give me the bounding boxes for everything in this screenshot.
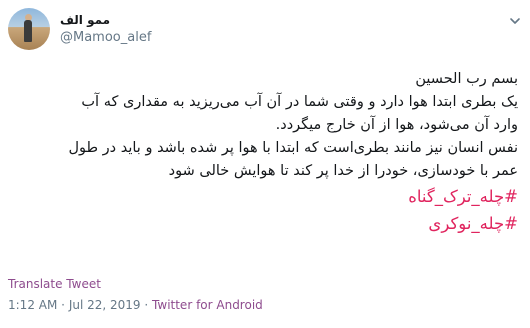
tweet-line: عمر با خودسازی، خودرا از خدا پر کند تا ه… (168, 163, 518, 179)
tweet-text: بسم رب الحسین یک بطری ابتدا هوا دارد و و… (13, 68, 519, 237)
meta-separator: · (61, 298, 65, 312)
tweet-time[interactable]: 1:12 AM (8, 298, 57, 312)
display-name[interactable]: ممو الف (60, 13, 110, 27)
tweet-date[interactable]: Jul 22, 2019 (69, 298, 141, 312)
avatar[interactable] (8, 8, 50, 50)
translate-tweet-link[interactable]: Translate Tweet (8, 277, 101, 291)
tweet-meta: 1:12 AM · Jul 22, 2019 · Twitter for And… (8, 298, 263, 312)
tweet-line: بسم رب الحسین (415, 71, 518, 87)
tweet-line: وارد آن می‌شود، هوا از آن خارج میگردد. (275, 117, 518, 133)
user-handle[interactable]: @Mamoo_alef (60, 30, 151, 45)
tweet-line: یک بطری ابتدا هوا دارد و وقتی شما در آن … (81, 94, 518, 110)
hashtag-link[interactable]: #چله_نوکری (13, 210, 518, 237)
tweet-card: ممو الف @Mamoo_alef بسم رب الحسین یک بطر… (0, 0, 530, 328)
meta-separator: · (144, 298, 149, 312)
chevron-down-icon[interactable] (509, 15, 521, 27)
tweet-line: نفس انسان نیز مانند بطری‌است که ابتدا با… (68, 140, 519, 156)
avatar-figure (24, 20, 32, 42)
tweet-source-link[interactable]: Twitter for Android (152, 298, 263, 312)
hashtag-link[interactable]: #چله_ترک_گناه (13, 183, 518, 210)
